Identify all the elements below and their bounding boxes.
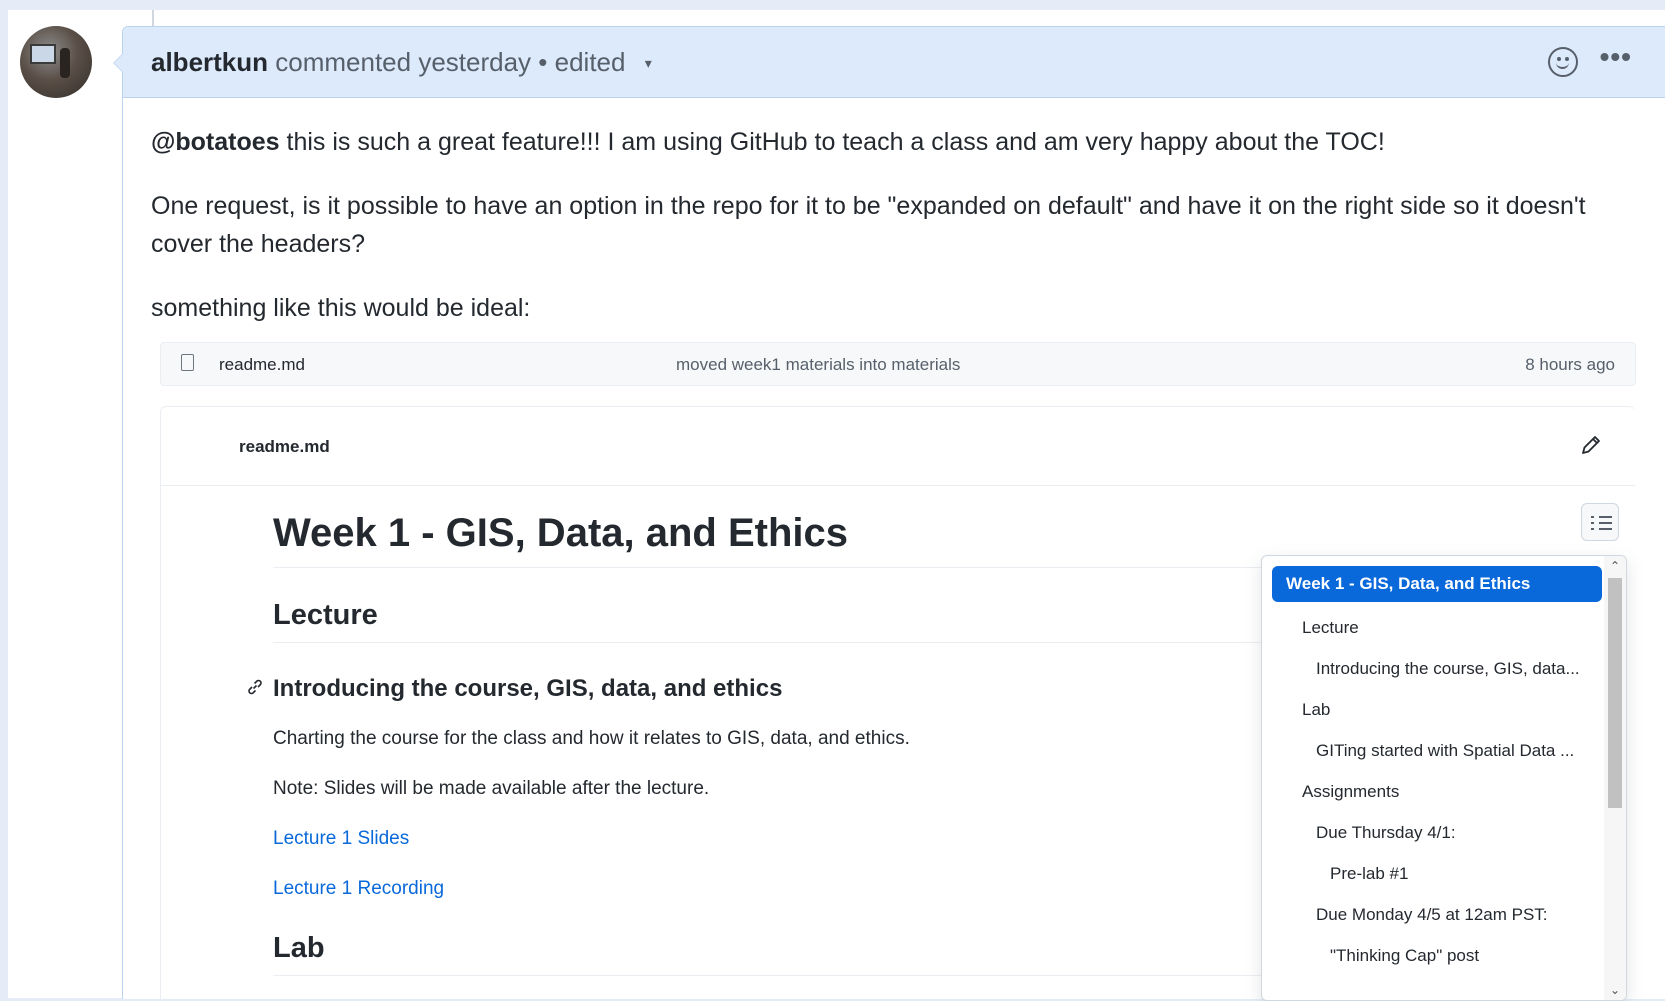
toc-item[interactable]: Due Monday 4/5 at 12am PST: bbox=[1272, 894, 1602, 935]
toc-item[interactable]: Week 1 - GIS, Data, and Ethics bbox=[1272, 566, 1602, 602]
readme-h1: Week 1 - GIS, Data, and Ethics bbox=[273, 507, 1263, 568]
author-link[interactable]: albertkun bbox=[151, 47, 268, 77]
heading-intro-text: Introducing the course, GIS, data, and e… bbox=[273, 675, 783, 702]
toc-item[interactable]: Introducing the course, GIS, data... bbox=[1272, 648, 1602, 689]
comment-paragraph-1: @botatoes this is such a great feature!!… bbox=[151, 123, 1631, 161]
toc-icon-dot bbox=[1591, 528, 1594, 530]
toc-icon-line bbox=[1599, 528, 1612, 530]
file-name-link[interactable]: readme.md bbox=[219, 355, 305, 375]
paragraph-1-text: this is such a great feature!!! I am usi… bbox=[279, 128, 1385, 156]
link-icon[interactable] bbox=[245, 677, 265, 697]
readme-title: readme.md bbox=[239, 437, 330, 456]
scroll-down-icon[interactable]: ⌄ bbox=[1609, 984, 1621, 996]
toc-icon-dot bbox=[1591, 522, 1594, 524]
avatar-person bbox=[60, 48, 70, 78]
heading-intro: Introducing the course, GIS, data, and e… bbox=[248, 673, 1263, 705]
comment-caret-inner bbox=[114, 54, 123, 72]
toc-item[interactable]: Due Thursday 4/1: bbox=[1272, 812, 1602, 853]
toc-item[interactable]: "Thinking Cap" post bbox=[1272, 935, 1602, 976]
separator: • bbox=[538, 47, 548, 77]
comment-header: albertkun commented yesterday • edited ▾… bbox=[113, 27, 1665, 98]
readme-content: Week 1 - GIS, Data, and Ethics Lecture I… bbox=[248, 507, 1263, 976]
comment-paragraph-3: something like this would be ideal: bbox=[151, 294, 531, 322]
comment-meta: albertkun commented yesterday • edited ▾ bbox=[151, 47, 652, 78]
pencil-icon[interactable] bbox=[1579, 433, 1603, 457]
readme-header: readme.md bbox=[161, 407, 1635, 486]
toc-icon-line bbox=[1599, 516, 1612, 518]
toc-scrollbar[interactable]: ⌃ ⌄ bbox=[1604, 556, 1626, 1000]
user-mention[interactable]: @botatoes bbox=[151, 128, 280, 156]
commit-message[interactable]: moved week1 materials into materials bbox=[676, 355, 960, 375]
avatar-screen bbox=[30, 44, 56, 64]
comment-body: @botatoes this is such a great feature!!… bbox=[151, 123, 1631, 327]
kebab-menu-icon[interactable]: ••• bbox=[1600, 41, 1632, 73]
toc-item[interactable]: Pre-lab #1 bbox=[1272, 853, 1602, 894]
link-lecture-recording[interactable]: Lecture 1 Recording bbox=[273, 875, 1263, 903]
paragraph-note: Note: Slides will be made available afte… bbox=[273, 778, 710, 799]
heading-lab: Lab bbox=[273, 929, 1263, 976]
file-icon bbox=[181, 354, 194, 371]
smiley-icon[interactable] bbox=[1548, 47, 1578, 77]
toc-icon-line bbox=[1599, 522, 1612, 524]
readme-panel: readme.md Week 1 - GIS, Data, and Ethics… bbox=[160, 406, 1635, 1001]
toc-item[interactable]: GITing started with Spatial Data ... bbox=[1272, 730, 1602, 771]
heading-lecture: Lecture bbox=[273, 596, 1263, 643]
scroll-thumb[interactable] bbox=[1608, 578, 1622, 808]
avatar[interactable] bbox=[20, 26, 92, 98]
toc-icon-dot bbox=[1591, 516, 1594, 518]
toc-item[interactable]: Lecture bbox=[1272, 607, 1602, 648]
paragraph-charting: Charting the course for the class and ho… bbox=[273, 728, 910, 749]
edited-label[interactable]: edited bbox=[555, 47, 626, 77]
file-row[interactable]: readme.md moved week1 materials into mat… bbox=[160, 342, 1636, 386]
toc-list: Week 1 - GIS, Data, and Ethics Lecture I… bbox=[1272, 566, 1602, 976]
timeline-line bbox=[152, 10, 154, 26]
smiley-mouth bbox=[1556, 59, 1569, 69]
toc-list-icon[interactable] bbox=[1581, 503, 1619, 541]
link-lecture-slides[interactable]: Lecture 1 Slides bbox=[273, 825, 1263, 853]
scroll-up-icon[interactable]: ⌃ bbox=[1609, 560, 1621, 572]
toc-panel: Week 1 - GIS, Data, and Ethics Lecture I… bbox=[1261, 555, 1627, 1001]
toc-item[interactable]: Lab bbox=[1272, 689, 1602, 730]
file-age: 8 hours ago bbox=[1525, 355, 1615, 374]
toc-item[interactable]: Assignments bbox=[1272, 771, 1602, 812]
comment-action[interactable]: commented yesterday bbox=[275, 47, 531, 77]
comment-paragraph-2: One request, is it possible to have an o… bbox=[151, 192, 1586, 258]
chevron-down-icon[interactable]: ▾ bbox=[645, 55, 652, 71]
